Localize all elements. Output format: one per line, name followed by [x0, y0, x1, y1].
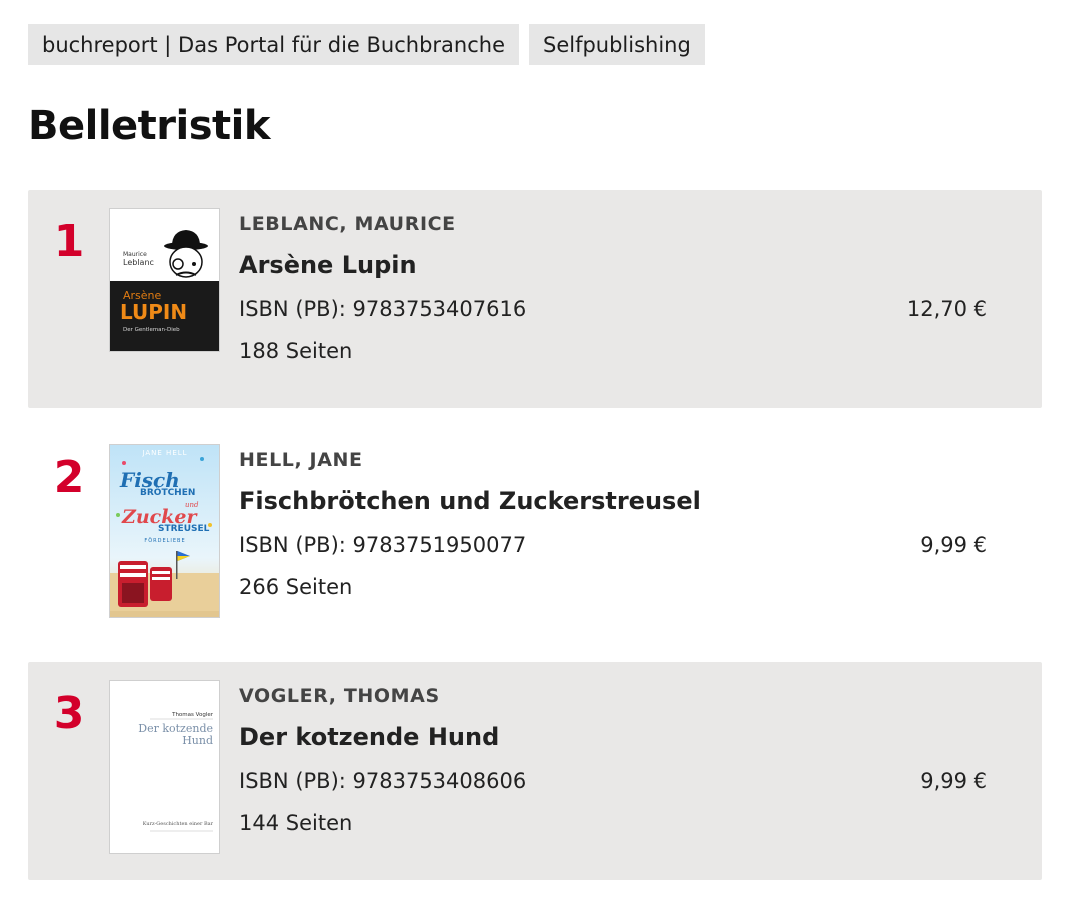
book-price: 12,70 € — [906, 297, 987, 321]
book-isbn: ISBN (PB): 9783753408606 — [239, 769, 527, 793]
cover-line6: FÖRDELIEBE — [144, 537, 185, 544]
book-author: HELL, JANE — [239, 449, 363, 471]
book-pages: 188 Seiten — [239, 339, 353, 363]
book-title[interactable]: Fischbrötchen und Zuckerstreusel — [239, 487, 701, 515]
book-price: 9,99 € — [920, 533, 987, 557]
rank-number: 2 — [53, 452, 85, 503]
list-item: 3 Thomas Vogler Der kotzende Hund Kurz-G… — [28, 662, 1042, 880]
cover-title2: Hund — [182, 734, 213, 747]
cover-title-big: LUPIN — [120, 300, 187, 324]
cover-author-first: Maurice — [123, 251, 147, 258]
cover-line2: BRÖTCHEN — [140, 487, 195, 498]
book-pages: 266 Seiten — [239, 575, 353, 599]
book-cover[interactable]: Maurice Leblanc Arsène LUPIN Der Gentlem… — [109, 208, 220, 352]
book-title[interactable]: Arsène Lupin — [239, 251, 417, 279]
tag-selfpublishing[interactable]: Selfpublishing — [528, 24, 705, 65]
book-price: 9,99 € — [920, 769, 987, 793]
cover-author: Thomas Vogler — [171, 712, 214, 718]
cover-line5: STREUSEL — [158, 524, 210, 534]
cover-author-last: Leblanc — [123, 258, 154, 267]
tag-bar: buchreport | Das Portal für die Buchbran… — [28, 24, 705, 65]
tag-buchreport[interactable]: buchreport | Das Portal für die Buchbran… — [28, 24, 519, 65]
book-isbn: ISBN (PB): 9783751950077 — [239, 533, 527, 557]
list-item: 2 JANE HELL Fisch BRÖTCHEN und Zucker ST… — [28, 426, 1042, 644]
rank-number: 3 — [53, 688, 85, 739]
book-cover[interactable]: JANE HELL Fisch BRÖTCHEN und Zucker STRE… — [109, 444, 220, 618]
book-author: VOGLER, THOMAS — [239, 685, 440, 707]
page-title: Belletristik — [28, 103, 270, 149]
cover-subtitle: Kurz-Geschichten einer Bar — [143, 821, 214, 827]
book-isbn: ISBN (PB): 9783753407616 — [239, 297, 527, 321]
book-title[interactable]: Der kotzende Hund — [239, 723, 499, 751]
rank-number: 1 — [53, 216, 85, 267]
bestseller-list: 1 Maurice Leblanc Arsène LUPIN Der Gentl… — [28, 190, 1042, 880]
cover-author: JANE HELL — [141, 449, 187, 457]
cover-subtitle: Der Gentleman-Dieb — [123, 327, 180, 333]
book-pages: 144 Seiten — [239, 811, 353, 835]
book-cover[interactable]: Thomas Vogler Der kotzende Hund Kurz-Ges… — [109, 680, 220, 854]
list-item: 1 Maurice Leblanc Arsène LUPIN Der Gentl… — [28, 190, 1042, 408]
book-author: LEBLANC, MAURICE — [239, 213, 456, 235]
